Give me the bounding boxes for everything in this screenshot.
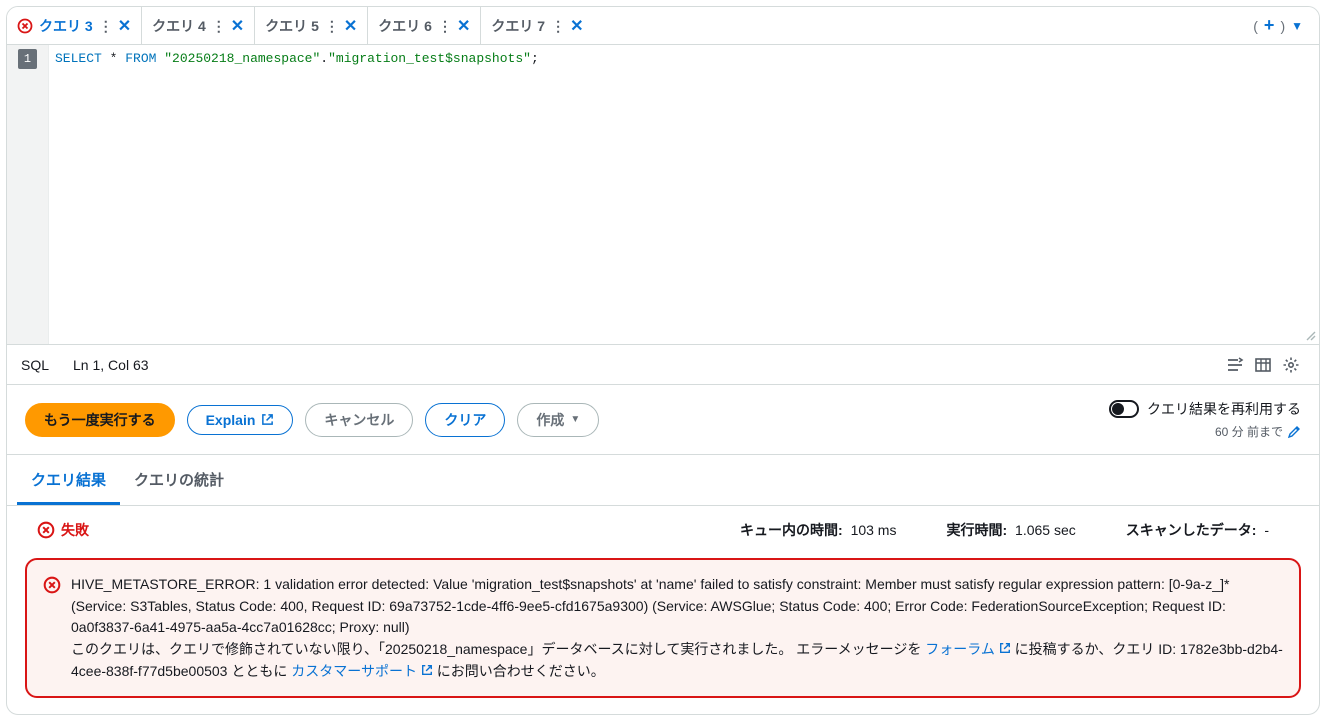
- clear-button[interactable]: クリア: [425, 403, 505, 437]
- cancel-button[interactable]: キャンセル: [305, 403, 413, 437]
- result-tabs: クエリ結果 クエリの統計: [7, 455, 1319, 506]
- close-icon[interactable]: ✕: [231, 16, 244, 36]
- tab-menu-icon[interactable]: ⋮: [99, 19, 112, 33]
- cursor-position: Ln 1, Col 63: [73, 357, 149, 373]
- runtime-value: 1.065 sec: [1015, 522, 1076, 538]
- scanned-value: -: [1264, 522, 1269, 538]
- tab-label: クエリ 3: [39, 16, 93, 36]
- error-icon: [37, 521, 55, 539]
- tab-menu-icon[interactable]: ⋮: [325, 19, 338, 33]
- settings-icon[interactable]: [1277, 351, 1305, 379]
- reuse-sub-label: 60 分 前まで: [1215, 423, 1283, 440]
- error-icon: [17, 18, 33, 34]
- tabs-actions: ( + ) ▼: [1253, 15, 1311, 36]
- chevron-down-icon: ▼: [570, 414, 580, 425]
- language-label: SQL: [21, 357, 49, 373]
- forum-link[interactable]: フォーラム: [925, 641, 1010, 657]
- create-button[interactable]: 作成 ▼: [517, 403, 599, 437]
- tab-query-7[interactable]: クエリ 7 ⋮ ✕: [481, 7, 593, 44]
- runtime-label: 実行時間:: [946, 522, 1007, 538]
- queue-time-label: キュー内の時間:: [740, 522, 843, 538]
- result-header: 失敗 キュー内の時間: 103 ms 実行時間: 1.065 sec スキャンし…: [7, 506, 1319, 554]
- tab-query-results[interactable]: クエリ結果: [17, 455, 120, 505]
- reuse-label: クエリ結果を再利用する: [1147, 399, 1301, 419]
- status-bar: SQL Ln 1, Col 63: [7, 345, 1319, 385]
- error-icon: [43, 576, 61, 682]
- tab-query-4[interactable]: クエリ 4 ⋮ ✕: [142, 7, 255, 44]
- scanned-label: スキャンしたデータ:: [1126, 522, 1257, 538]
- support-link[interactable]: カスタマーサポート: [291, 663, 433, 679]
- sql-editor[interactable]: 1 SELECT * FROM "20250218_namespace"."mi…: [7, 45, 1319, 345]
- external-link-icon: [421, 664, 433, 676]
- tab-menu-icon[interactable]: ⋮: [438, 19, 451, 33]
- tab-query-6[interactable]: クエリ 6 ⋮ ✕: [368, 7, 481, 44]
- gutter: 1: [7, 45, 49, 344]
- error-box: HIVE_METASTORE_ERROR: 1 validation error…: [25, 558, 1301, 698]
- run-button[interactable]: もう一度実行する: [25, 403, 175, 437]
- add-tab-icon[interactable]: +: [1264, 15, 1275, 36]
- close-icon[interactable]: ✕: [344, 16, 357, 36]
- tab-label: クエリ 7: [491, 16, 545, 36]
- tab-label: クエリ 5: [265, 16, 319, 36]
- tab-query-5[interactable]: クエリ 5 ⋮ ✕: [255, 7, 368, 44]
- tab-bar: クエリ 3 ⋮ ✕ クエリ 4 ⋮ ✕ クエリ 5 ⋮ ✕ クエリ 6 ⋮ ✕ …: [7, 7, 1319, 45]
- tab-label: クエリ 6: [378, 16, 432, 36]
- table-icon[interactable]: [1249, 351, 1277, 379]
- close-icon[interactable]: ✕: [457, 16, 470, 36]
- format-icon[interactable]: [1221, 351, 1249, 379]
- tab-menu-icon[interactable]: ⋮: [212, 19, 225, 33]
- reuse-results: クエリ結果を再利用する 60 分 前まで: [1109, 399, 1301, 440]
- tab-menu-icon[interactable]: ⋮: [551, 19, 564, 33]
- close-icon[interactable]: ✕: [118, 16, 131, 36]
- resize-handle-icon[interactable]: [1305, 330, 1317, 342]
- external-link-icon: [999, 642, 1011, 654]
- queue-time-value: 103 ms: [851, 522, 897, 538]
- external-link-icon: [261, 413, 274, 426]
- tab-query-stats[interactable]: クエリの統計: [120, 455, 238, 505]
- reuse-toggle[interactable]: [1109, 400, 1139, 418]
- explain-button[interactable]: Explain: [187, 405, 294, 435]
- action-bar: もう一度実行する Explain キャンセル クリア 作成 ▼ クエリ結果を再利…: [7, 385, 1319, 455]
- error-message: HIVE_METASTORE_ERROR: 1 validation error…: [71, 574, 1283, 682]
- close-icon[interactable]: ✕: [570, 16, 583, 36]
- line-number: 1: [18, 49, 37, 69]
- status-failed: 失敗: [37, 520, 89, 540]
- code-area[interactable]: SELECT * FROM "20250218_namespace"."migr…: [49, 45, 1319, 344]
- tab-label: クエリ 4: [152, 16, 206, 36]
- tab-query-3[interactable]: クエリ 3 ⋮ ✕: [7, 7, 142, 44]
- edit-icon[interactable]: [1287, 425, 1301, 439]
- tab-dropdown-icon[interactable]: ▼: [1291, 19, 1303, 33]
